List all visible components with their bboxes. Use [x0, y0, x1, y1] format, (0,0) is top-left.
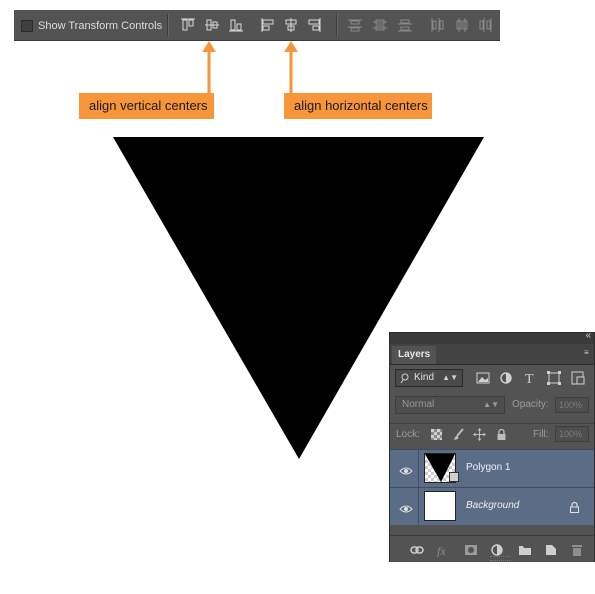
add-mask-icon[interactable]	[464, 543, 478, 557]
arrow-up-icon	[202, 41, 216, 93]
blend-mode-select[interactable]: Normal ▲▼	[395, 396, 505, 414]
align-top-edges-icon[interactable]	[180, 17, 196, 33]
layer-row-polygon-1[interactable]: Polygon 1	[390, 449, 594, 487]
new-layer-icon[interactable]	[544, 543, 558, 557]
layer-row-background[interactable]: Background	[390, 487, 594, 525]
distribute-right-edges-icon[interactable]	[477, 17, 493, 33]
filter-kind-select[interactable]: Kind ▲▼	[395, 369, 463, 387]
adjustment-filter-icon[interactable]	[498, 370, 514, 386]
collapse-panel-icon[interactable]: «	[585, 330, 591, 341]
align-bottom-edges-icon[interactable]	[228, 17, 244, 33]
type-filter-icon[interactable]: T	[522, 370, 538, 387]
lock-label: Lock:	[396, 429, 420, 440]
lock-image-pixels-icon[interactable]	[452, 428, 465, 441]
lock-transparent-pixels-icon[interactable]	[430, 428, 443, 441]
svg-text:T: T	[525, 372, 534, 386]
fx-icon[interactable]: fx	[437, 543, 451, 558]
fill-input[interactable]: 100%	[555, 426, 589, 442]
distribute-top-edges-icon[interactable]	[347, 17, 363, 33]
blend-mode-value: Normal	[402, 399, 435, 410]
distribute-bottom-edges-icon[interactable]	[397, 17, 413, 33]
updown-arrow-icon: ▲▼	[442, 373, 458, 382]
toolbar-separator	[336, 14, 338, 36]
panel-menu-icon[interactable]: ≡	[584, 348, 592, 358]
panel-tab-row: Layers ≡	[390, 344, 594, 365]
arrow-up-icon	[284, 41, 298, 93]
image-filter-icon[interactable]	[475, 370, 491, 386]
panel-title-bar: «	[390, 330, 594, 344]
opacity-label: Opacity:	[512, 399, 549, 410]
updown-arrow-icon: ▲▼	[483, 400, 499, 409]
callout-align-vertical-centers: align vertical centers	[79, 93, 214, 119]
show-transform-controls-label: Show Transform Controls	[38, 20, 163, 32]
fill-label: Fill:	[533, 429, 549, 440]
link-layers-icon[interactable]	[410, 543, 424, 557]
layer-divider	[418, 488, 419, 525]
layer-name[interactable]: Background	[466, 500, 519, 511]
lock-all-icon[interactable]	[495, 428, 508, 441]
lock-icon	[569, 500, 580, 513]
callout-align-horizontal-centers: align horizontal centers	[284, 93, 432, 119]
opacity-input[interactable]: 100%	[555, 397, 589, 413]
options-bar: Show Transform Controls	[14, 10, 500, 41]
distribute-horizontal-centers-icon[interactable]	[454, 17, 470, 33]
visibility-eye-icon[interactable]	[399, 501, 413, 513]
align-left-edges-icon[interactable]	[260, 17, 276, 33]
distribute-vertical-centers-icon[interactable]	[372, 17, 388, 33]
search-icon	[400, 371, 410, 391]
show-transform-controls-checkbox[interactable]	[21, 20, 33, 32]
layer-thumbnail	[424, 491, 456, 521]
show-transform-controls[interactable]: Show Transform Controls	[21, 18, 162, 34]
align-right-edges-icon[interactable]	[306, 17, 322, 33]
lock-position-icon[interactable]	[473, 428, 486, 441]
layers-panel: « Layers ≡ Kind ▲▼ T Normal ▲▼ Opacity: …	[389, 330, 595, 562]
shape-filter-icon[interactable]	[546, 370, 562, 386]
distribute-left-edges-icon[interactable]	[429, 17, 445, 33]
filter-kind-value: Kind	[414, 372, 435, 383]
smart-object-filter-icon[interactable]	[570, 370, 586, 386]
layer-divider	[418, 450, 419, 487]
align-vertical-centers-icon[interactable]	[204, 17, 220, 33]
visibility-eye-icon[interactable]	[399, 463, 413, 475]
toolbar-separator	[167, 14, 169, 36]
new-adjustment-icon[interactable]	[490, 543, 504, 557]
delete-layer-icon[interactable]	[570, 543, 584, 557]
tab-layers[interactable]: Layers	[392, 346, 437, 364]
layer-name[interactable]: Polygon 1	[466, 462, 510, 473]
shape-layer-badge-icon	[449, 472, 459, 482]
svg-text:fx: fx	[437, 544, 446, 557]
new-group-icon[interactable]	[518, 543, 532, 557]
resize-grip[interactable]	[490, 556, 510, 561]
panel-footer: fx	[390, 535, 594, 562]
align-horizontal-centers-icon[interactable]	[283, 17, 299, 33]
